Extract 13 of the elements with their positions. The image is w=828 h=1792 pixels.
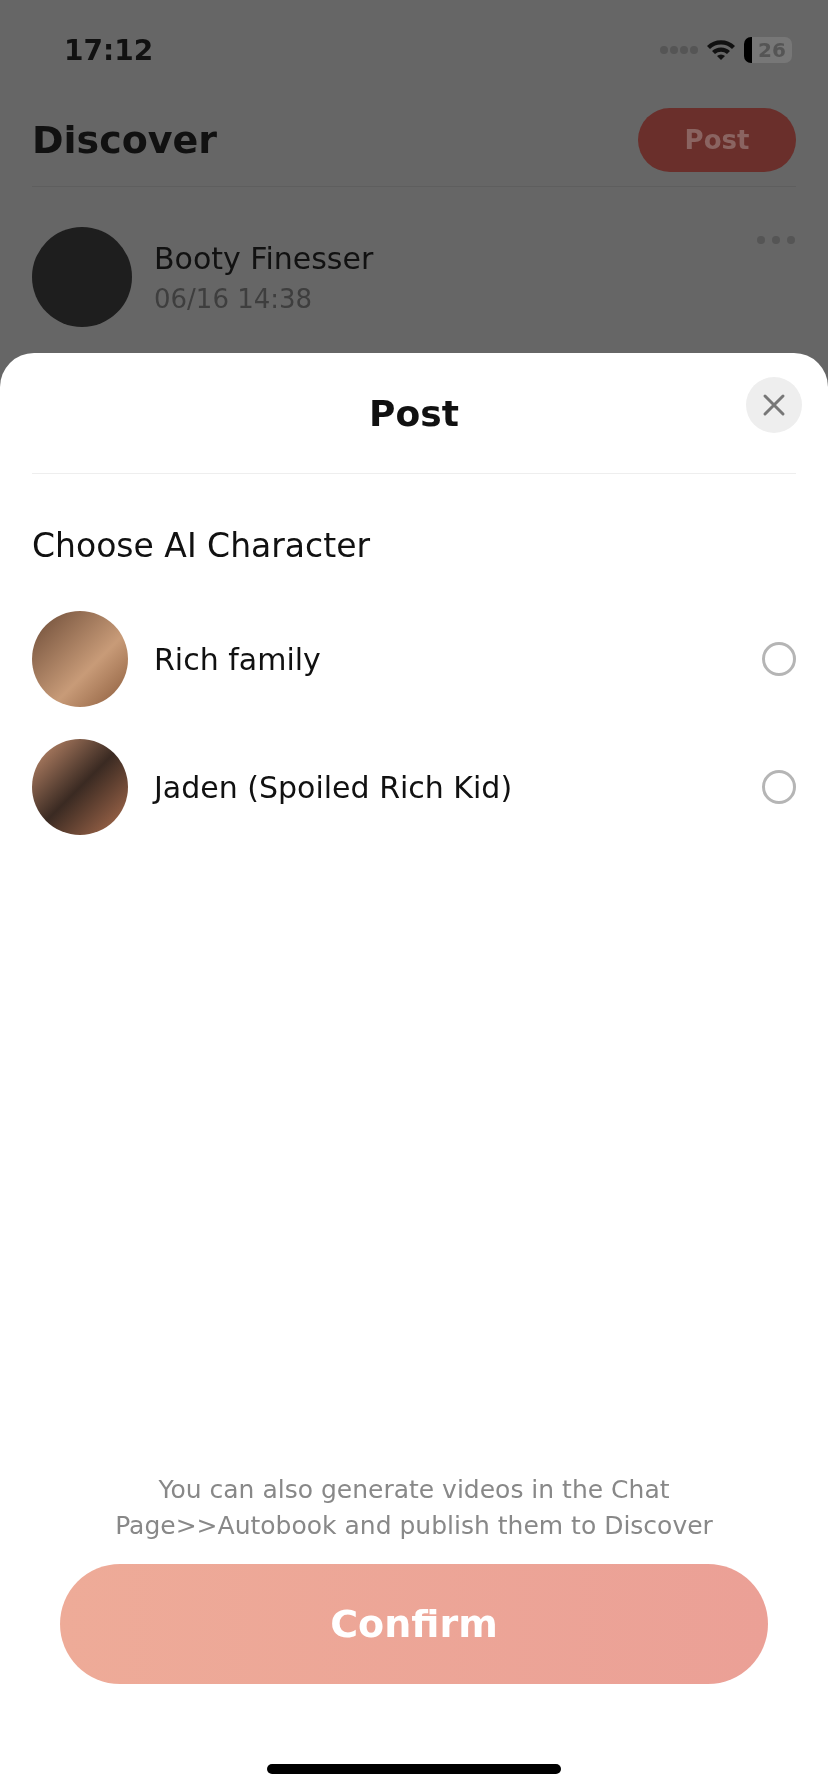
close-button[interactable] [746, 377, 802, 433]
page-title: Discover [32, 118, 218, 162]
user-name: Booty Finesser [154, 240, 375, 276]
hint-text: You can also generate videos in the Chat Page>>Autobook and publish them to Discover [114, 1474, 714, 1542]
radio-button[interactable] [762, 642, 796, 676]
sheet-title: Post [369, 392, 459, 434]
character-name[interactable]: Rich family [154, 641, 736, 677]
character-name[interactable]: Jaden (Spoiled Rich Kid) [154, 769, 736, 805]
section-title: Choose AI Character [32, 526, 372, 565]
radio-button[interactable] [762, 770, 796, 804]
close-icon [762, 393, 786, 417]
status-time: 17:12 [64, 33, 154, 67]
wifi-icon [706, 39, 736, 61]
